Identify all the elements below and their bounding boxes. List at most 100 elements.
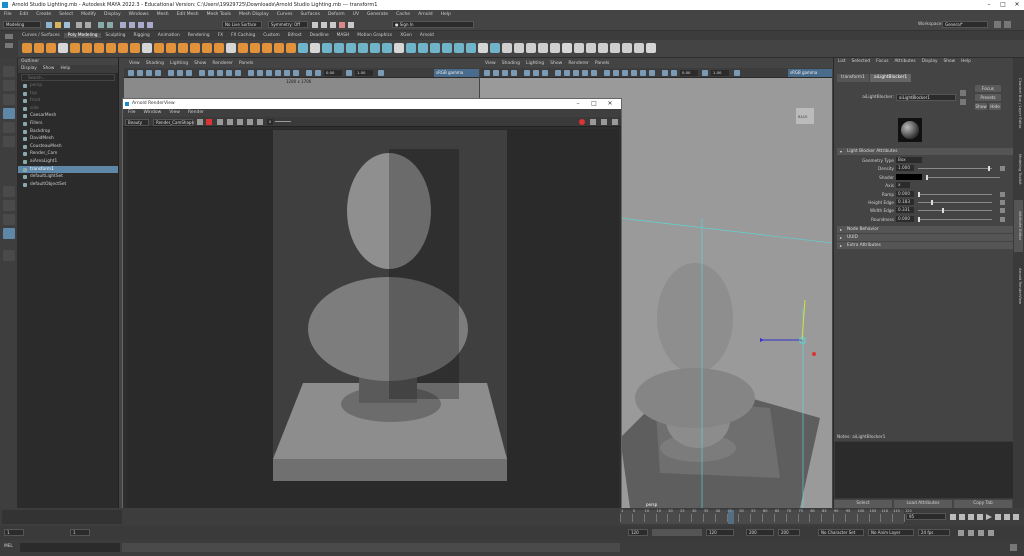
single-perspective-layout-icon[interactable] xyxy=(3,186,15,197)
append-icon[interactable] xyxy=(370,43,380,53)
menu-generate[interactable]: Generate xyxy=(363,12,392,17)
width-edge-map-icon[interactable] xyxy=(1000,208,1005,214)
debug-shading-icon[interactable] xyxy=(601,119,607,125)
motion-blur-icon[interactable] xyxy=(275,70,281,76)
ambient-occlusion-icon[interactable] xyxy=(622,70,628,76)
presets-button[interactable]: Presets xyxy=(975,94,1001,101)
end-frame-field[interactable]: 200 xyxy=(778,529,800,536)
offset-edge-loop-icon[interactable] xyxy=(442,43,452,53)
exposure-field[interactable]: 0.00 xyxy=(680,70,698,76)
automatic-uv-icon[interactable] xyxy=(490,43,500,53)
redo-icon[interactable] xyxy=(85,22,91,28)
show-button[interactable]: Show xyxy=(975,103,987,110)
menu-mesh-display[interactable]: Mesh Display xyxy=(235,12,273,17)
side-tab-modeling-toolkit[interactable]: Modeling Toolkit xyxy=(1014,142,1023,196)
tab-deadline[interactable]: Deadline xyxy=(306,33,333,38)
select-component-icon[interactable] xyxy=(107,22,113,28)
gamma-icon[interactable] xyxy=(315,70,321,76)
roundness-field[interactable]: 0.000 xyxy=(896,215,914,222)
spherical-uv-icon[interactable] xyxy=(526,43,536,53)
go-to-start-icon[interactable] xyxy=(950,514,956,520)
copy-tab-button[interactable]: Copy Tab xyxy=(954,500,1012,508)
outliner-item-defaultobjectset[interactable]: defaultObjectSet xyxy=(18,181,118,189)
menu-mesh[interactable]: Mesh xyxy=(153,12,173,17)
symmetry-dropdown[interactable]: Symmetry: Off xyxy=(268,21,308,28)
playback-end-field[interactable]: 120 xyxy=(628,529,648,536)
time-slider-track[interactable]: 1510152025303540455055606570758085909510… xyxy=(620,509,912,524)
pan-icon[interactable] xyxy=(227,119,233,125)
section-uuid[interactable]: UUID xyxy=(837,234,1015,241)
gamma-field[interactable]: 1.00 xyxy=(711,70,729,76)
menu-windows[interactable]: Windows xyxy=(125,12,153,17)
toggle-panel-icon[interactable] xyxy=(1004,21,1011,28)
new-scene-icon[interactable] xyxy=(46,22,52,28)
tab-transform1[interactable]: transform1 xyxy=(837,74,869,82)
menu-display[interactable]: Display xyxy=(100,12,125,17)
snap-curve-icon[interactable] xyxy=(129,22,135,28)
center-pivot-icon[interactable] xyxy=(562,43,572,53)
menu-edit[interactable]: Edit xyxy=(16,12,33,17)
tab-custom[interactable]: Custom xyxy=(259,33,283,38)
paint-select-icon[interactable] xyxy=(3,94,15,105)
outliner-menu-show[interactable]: Show xyxy=(43,66,55,71)
shader-slider[interactable] xyxy=(926,174,1000,180)
edge-flow-icon[interactable] xyxy=(454,43,464,53)
prism-icon[interactable] xyxy=(130,43,140,53)
renderview-menu-file[interactable]: File xyxy=(128,110,136,115)
snap-grid-icon[interactable] xyxy=(120,22,126,28)
height-edge-map-icon[interactable] xyxy=(1000,200,1005,205)
depth-of-field-icon[interactable] xyxy=(293,70,299,76)
xray-icon[interactable] xyxy=(248,70,254,76)
output-connection-icon[interactable] xyxy=(960,99,966,105)
range-bar[interactable] xyxy=(652,529,702,536)
attr-menu-selected[interactable]: Selected xyxy=(852,59,871,64)
textured-icon[interactable] xyxy=(573,70,579,76)
use-lights-icon[interactable] xyxy=(226,70,232,76)
renderview-minimize-icon[interactable]: – xyxy=(571,99,585,109)
aov-dropdown[interactable]: Beauty xyxy=(125,119,149,126)
depth-of-field-icon[interactable] xyxy=(649,70,655,76)
tab-aiLightBlocker1[interactable]: aiLightBlocker1 xyxy=(870,74,912,82)
image-plane-icon[interactable] xyxy=(155,70,161,76)
soften-icon[interactable] xyxy=(586,43,596,53)
outliner-item-persp[interactable]: persp xyxy=(18,82,118,90)
outliner-item-aiarealight1[interactable]: aiAreaLight1 xyxy=(18,158,118,166)
combine-icon[interactable] xyxy=(238,43,248,53)
grid-icon[interactable] xyxy=(168,70,174,76)
search-icon[interactable] xyxy=(3,250,15,261)
disc-icon[interactable] xyxy=(94,43,104,53)
fit-icon[interactable] xyxy=(237,119,243,125)
width-edge-slider[interactable] xyxy=(918,208,992,214)
outliner-item-transform1[interactable]: transform1 xyxy=(18,165,118,174)
viewport-menu-show[interactable]: Show xyxy=(550,61,562,66)
outliner-item-davidmesh[interactable]: DavidMesh xyxy=(18,135,118,143)
live-surface-field[interactable]: No Live Surface xyxy=(222,21,262,28)
superellipse-icon[interactable] xyxy=(190,43,200,53)
outliner-item-caesarmesh[interactable]: CaesarMesh xyxy=(18,112,118,120)
attr-menu-list[interactable]: List xyxy=(838,59,846,64)
section-extra-attributes[interactable]: Extra Attributes xyxy=(837,242,1015,249)
step-forward-key-icon[interactable] xyxy=(1004,514,1010,520)
loop-icon[interactable] xyxy=(958,530,964,536)
input-connection-icon[interactable] xyxy=(960,90,966,96)
workspace-dropdown[interactable]: General* xyxy=(942,21,988,28)
grid-icon[interactable] xyxy=(524,70,530,76)
height-edge-slider[interactable] xyxy=(918,200,992,205)
delete-history-icon[interactable] xyxy=(574,43,584,53)
arnold-render-icon[interactable] xyxy=(348,22,354,28)
shelf-menu-icon[interactable] xyxy=(5,34,13,39)
bookmarks-icon[interactable] xyxy=(502,70,508,76)
range-inner-start-field[interactable]: 120 xyxy=(706,529,734,536)
load-attributes-button[interactable]: Load Attributes xyxy=(894,500,952,508)
motion-blur-icon[interactable] xyxy=(631,70,637,76)
menu-deform[interactable]: Deform xyxy=(324,12,349,17)
auto-key-icon[interactable] xyxy=(978,530,984,536)
gamma-field[interactable]: 1.00 xyxy=(355,70,373,76)
undo-icon[interactable] xyxy=(76,22,82,28)
pyramid-icon[interactable] xyxy=(118,43,128,53)
boolean-union-icon[interactable] xyxy=(298,43,308,53)
maximize-icon[interactable]: □ xyxy=(996,0,1010,10)
camera-lock-icon[interactable] xyxy=(493,70,499,76)
viewport-menu-show[interactable]: Show xyxy=(194,61,206,66)
crop-region-icon[interactable] xyxy=(590,119,596,125)
